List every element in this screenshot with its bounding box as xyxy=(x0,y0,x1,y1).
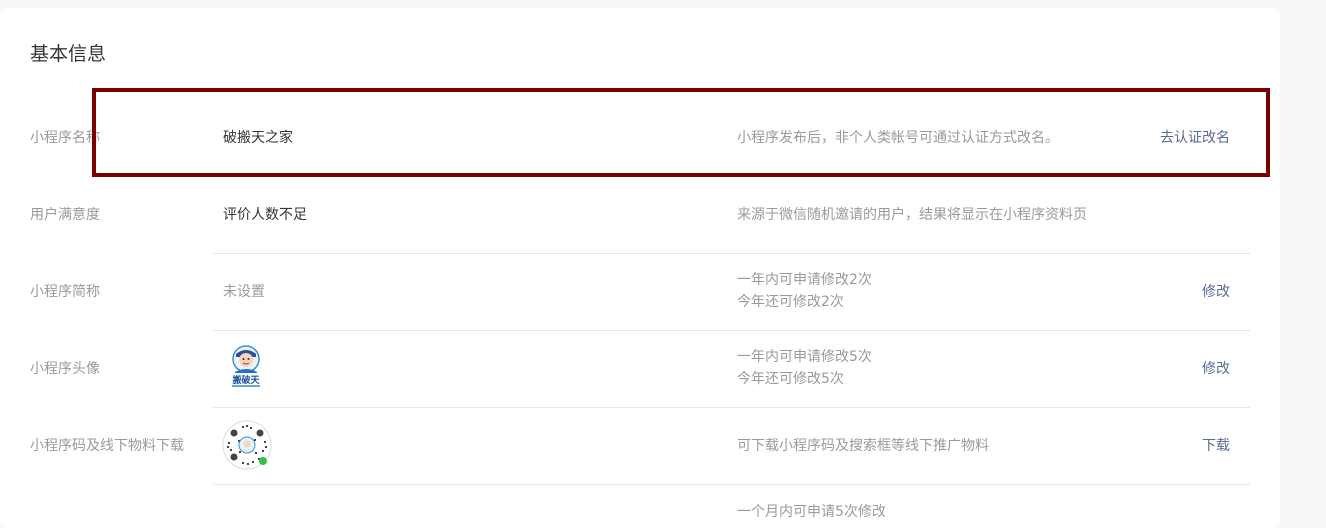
row-value-name: 破搬天之家 xyxy=(223,130,293,146)
row-desc-shortname-2: 今年还可修改2次 xyxy=(737,294,844,310)
miniprogram-avatar: 搬破天 xyxy=(226,345,266,389)
row-label-shortname: 小程序简称 xyxy=(30,284,100,300)
row-label-qrcode: 小程序码及线下物料下载 xyxy=(30,438,184,454)
row-desc-shortname-1: 一年内可申请修改2次 xyxy=(737,272,872,288)
avatar-text: 搬破天 xyxy=(232,374,260,386)
divider xyxy=(213,253,1250,254)
divider xyxy=(213,330,1250,331)
row-desc-next: 一个月内可申请5次修改 xyxy=(737,504,886,520)
row-label-avatar: 小程序头像 xyxy=(30,361,100,377)
download-materials-link[interactable]: 下载 xyxy=(1202,436,1230,456)
edit-avatar-link[interactable]: 修改 xyxy=(1202,359,1230,379)
section-title: 基本信息 xyxy=(30,43,107,65)
row-desc-satisfaction: 来源于微信随机邀请的用户，结果将显示在小程序资料页 xyxy=(737,207,1087,223)
row-label-name: 小程序名称 xyxy=(30,130,100,146)
row-label-satisfaction: 用户满意度 xyxy=(30,207,100,223)
miniprogram-qrcode xyxy=(222,420,272,470)
verify-rename-link[interactable]: 去认证改名 xyxy=(1160,128,1230,148)
row-desc-name: 小程序发布后，非个人类帐号可通过认证方式改名。 xyxy=(737,130,1059,146)
divider xyxy=(213,407,1250,408)
row-value-shortname: 未设置 xyxy=(223,284,265,300)
row-desc-avatar-1: 一年内可申请修改5次 xyxy=(737,349,872,365)
edit-shortname-link[interactable]: 修改 xyxy=(1202,282,1230,302)
divider xyxy=(213,176,1250,177)
row-value-satisfaction: 评价人数不足 xyxy=(223,207,307,223)
basic-info-card: 基本信息 小程序名称 破搬天之家 小程序发布后，非个人类帐号可通过认证方式改名。… xyxy=(0,8,1280,528)
divider xyxy=(213,484,1250,485)
row-desc-qrcode: 可下载小程序码及搜索框等线下推广物料 xyxy=(737,438,989,454)
row-desc-avatar-2: 今年还可修改5次 xyxy=(737,371,844,387)
